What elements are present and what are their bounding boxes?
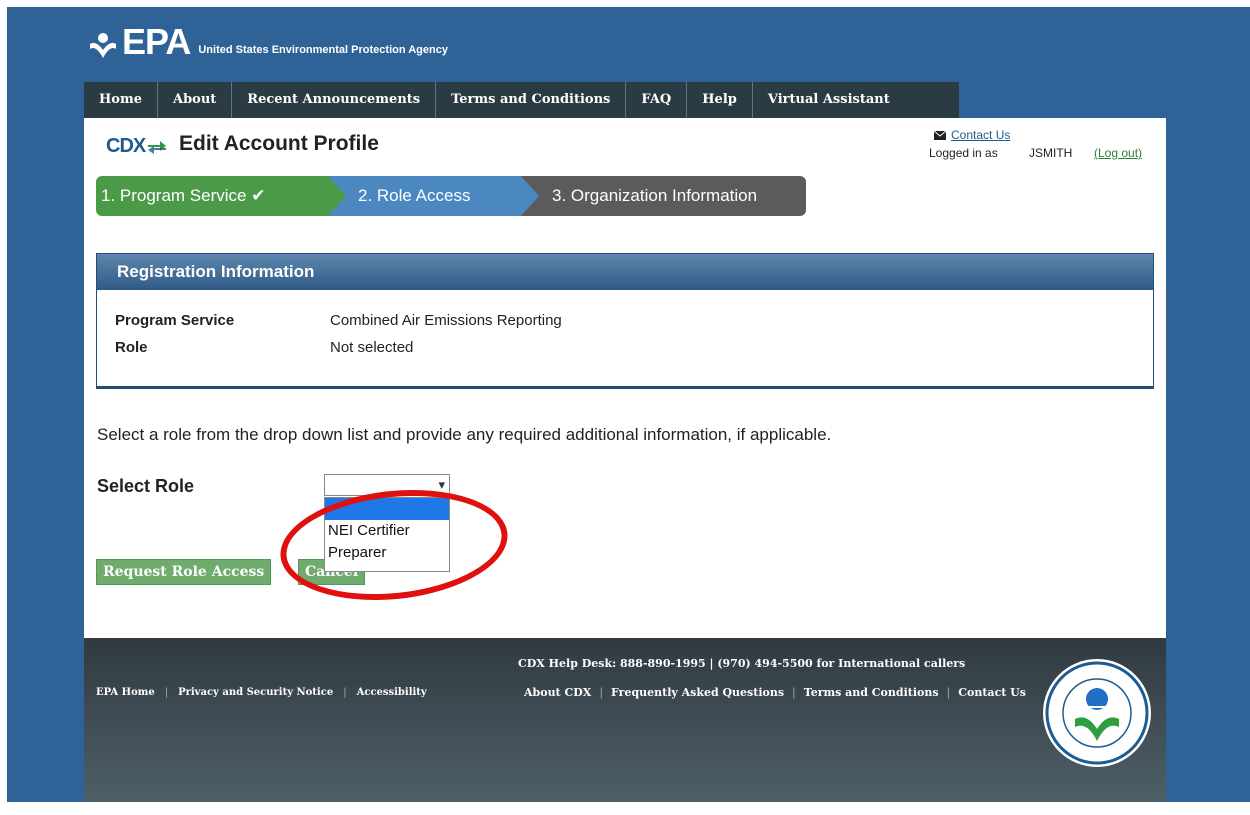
footer-contact-us-link[interactable]: Contact Us (958, 686, 1026, 699)
step-program-service: 1. Program Service ✔ (96, 176, 346, 216)
epa-wordmark: EPA (122, 21, 191, 62)
step-organization-information: 3. Organization Information (516, 176, 806, 216)
nav-home[interactable]: Home (84, 82, 158, 118)
epa-logo[interactable]: EPA United States Environmental Protecti… (88, 20, 448, 60)
cdx-logo-text: CDX (106, 135, 146, 157)
footer-epa-home-link[interactable]: EPA Home (96, 687, 155, 698)
footer-right-links: About CDX | Frequently Asked Questions |… (524, 686, 1026, 699)
top-navigation: Home About Recent Announcements Terms an… (84, 82, 959, 118)
username: JSMITH (1029, 146, 1073, 160)
footer-accessibility-link[interactable]: Accessibility (357, 687, 427, 698)
contact-us-label: Contact Us (951, 128, 1011, 142)
role-value: Not selected (330, 339, 414, 356)
contact-us-link[interactable]: Contact Us (934, 128, 1010, 142)
role-label: Role (115, 339, 148, 356)
page-title: Edit Account Profile (179, 132, 379, 155)
epa-seal-icon (1043, 659, 1151, 767)
logged-in-label: Logged in as (929, 146, 998, 160)
footer-separator: | (792, 686, 796, 699)
agency-name: United States Environmental Protection A… (198, 44, 448, 56)
footer-privacy-link[interactable]: Privacy and Security Notice (178, 687, 333, 698)
instruction-text: Select a role from the drop down list an… (97, 425, 832, 444)
helpdesk-text: CDX Help Desk: 888-890-1995 | (970) 494-… (518, 657, 966, 670)
registration-heading: Registration Information (97, 254, 1153, 290)
cdx-logo: CDX (106, 135, 168, 158)
nav-faq[interactable]: FAQ (626, 82, 688, 118)
request-role-access-button[interactable]: Request Role Access (96, 559, 272, 585)
logout-link[interactable]: (Log out) (1094, 146, 1142, 160)
nav-help[interactable]: Help (687, 82, 753, 118)
footer-separator: | (946, 686, 951, 699)
footer-faq-link[interactable]: Frequently Asked Questions (611, 686, 784, 699)
footer: EPA Home | Privacy and Security Notice |… (84, 638, 1166, 802)
progress-steps: 3. Organization Information 2. Role Acce… (96, 176, 806, 216)
step-program-service-label: 1. Program Service ✔ (101, 186, 266, 205)
registration-row-program: Program Service Combined Air Emissions Re… (115, 312, 562, 329)
footer-terms-link[interactable]: Terms and Conditions (804, 686, 939, 699)
registration-row-role: Role Not selected (115, 339, 413, 356)
cdx-arrows-icon (148, 140, 167, 154)
epa-flower-icon (90, 33, 116, 58)
footer-separator: | (343, 687, 347, 698)
footer-separator: | (164, 687, 169, 698)
nav-virtual-assistant[interactable]: Virtual Assistant (753, 82, 905, 118)
footer-left-links: EPA Home | Privacy and Security Notice |… (96, 687, 427, 698)
nav-about[interactable]: About (158, 82, 233, 118)
envelope-icon (934, 130, 946, 140)
registration-info-box: Registration Information Program Service… (96, 253, 1154, 389)
footer-separator: | (599, 686, 604, 699)
main-panel: CDX Edit Account Profile Contact Us Logg… (84, 118, 1166, 638)
select-role-label: Select Role (97, 476, 195, 496)
nav-terms-and-conditions[interactable]: Terms and Conditions (436, 82, 627, 118)
step-role-access: 2. Role Access (324, 176, 539, 216)
program-service-value: Combined Air Emissions Reporting (330, 312, 562, 329)
footer-about-cdx-link[interactable]: About CDX (524, 686, 591, 699)
nav-recent-announcements[interactable]: Recent Announcements (232, 82, 437, 118)
program-service-label: Program Service (115, 312, 235, 329)
